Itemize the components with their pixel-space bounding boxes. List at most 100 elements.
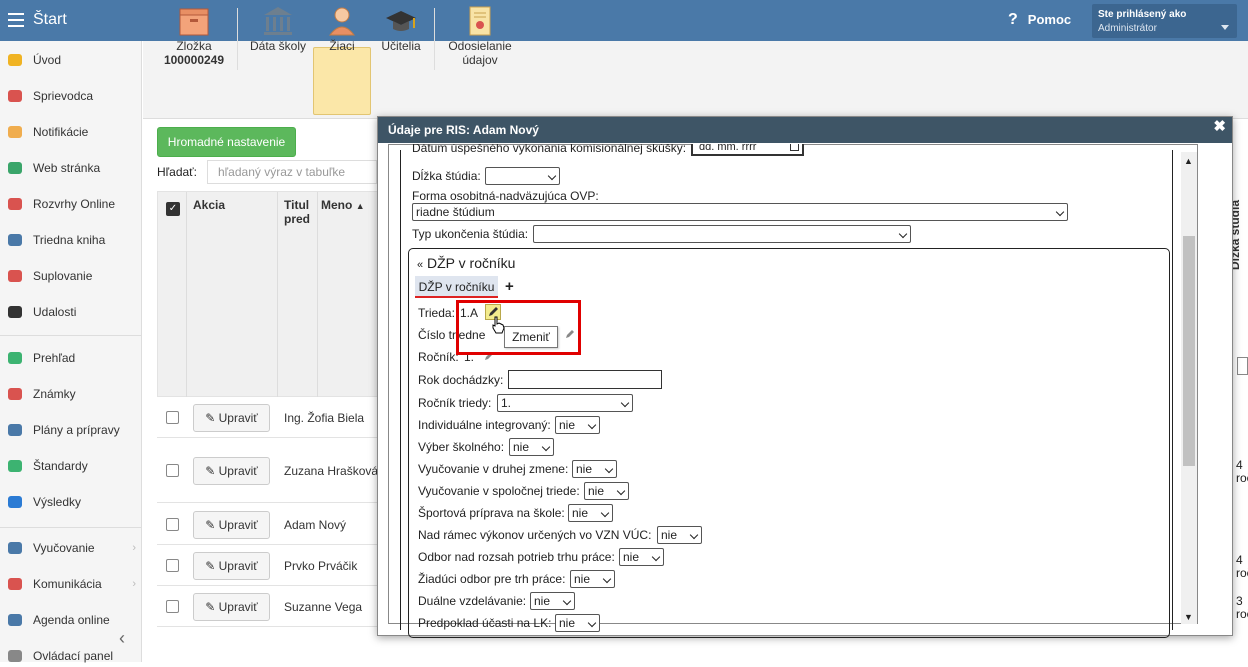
typ-select[interactable] xyxy=(533,225,911,243)
yes-no-select[interactable]: nie xyxy=(657,526,702,544)
table-header: ✓ Akcia Titul pred Meno ▲ xyxy=(157,191,379,398)
search-input[interactable]: hľadaný výraz v tabuľke xyxy=(207,160,377,184)
add-tab-icon[interactable]: + xyxy=(505,278,514,295)
scroll-up-icon[interactable]: ▲ xyxy=(1184,156,1193,166)
forma-label: Forma osobitná-nadväzujúca OVP: xyxy=(412,189,599,203)
sidebar-item-5[interactable]: Triedna kniha xyxy=(6,230,142,250)
dzp-section-title[interactable]: « DŽP v ročníku xyxy=(417,255,515,271)
sidebar-item-label: Úvod xyxy=(33,53,62,67)
sidebar-item-13[interactable]: Vyučovanie › xyxy=(6,538,142,558)
row-checkbox[interactable] xyxy=(166,463,179,477)
sidebar-item-label: Ovládací panel xyxy=(33,649,114,663)
date-field-label: Dátum úspešného vykonania komisionálnej … xyxy=(412,144,687,155)
yes-no-select[interactable]: nie xyxy=(572,460,617,478)
sidebar-item-0[interactable]: Úvod xyxy=(6,50,142,70)
edit-button[interactable]: ✎ Upraviť xyxy=(193,403,270,432)
row-checkbox[interactable] xyxy=(166,517,179,531)
building-icon xyxy=(262,5,294,37)
dlzka-select[interactable] xyxy=(485,167,560,185)
yes-no-select[interactable]: nie xyxy=(619,548,664,566)
home-icon xyxy=(6,160,24,176)
rok-input[interactable] xyxy=(508,370,662,389)
yes-no-select[interactable]: nie xyxy=(570,570,615,588)
tab-dzp[interactable]: DŽP v ročníku xyxy=(415,276,498,298)
calendar-icon xyxy=(6,196,24,212)
col-titul[interactable]: Titul pred xyxy=(284,198,310,226)
col-akcia[interactable]: Akcia xyxy=(193,198,225,212)
yes-no-select[interactable]: nie xyxy=(509,438,554,456)
sidebar-item-8[interactable]: Prehľad xyxy=(6,348,142,368)
yes-no-select[interactable]: nie xyxy=(555,614,600,632)
table-row: ✎ Upraviť Suzanne Vega xyxy=(157,586,379,627)
sidebar-item-10[interactable]: Plány a prípravy xyxy=(6,420,142,440)
chevron-right-icon: › xyxy=(132,578,136,590)
user-line1: Ste prihlásený ako xyxy=(1098,9,1187,20)
field-label: Vyučovanie v druhej zmene: xyxy=(418,462,569,476)
help-link[interactable]: ? Pomoc xyxy=(1008,11,1071,29)
wand-icon xyxy=(6,88,24,104)
yes-no-select[interactable]: nie xyxy=(584,482,629,500)
yes-no-select[interactable]: nie xyxy=(568,504,613,522)
app-title[interactable]: Štart xyxy=(33,11,67,29)
sidebar-divider xyxy=(0,527,141,528)
sidebar-item-3[interactable]: Web stránka xyxy=(6,158,142,178)
sidebar-item-9[interactable]: Známky xyxy=(6,384,142,404)
toolbar-ziaci[interactable]: Žiaci xyxy=(313,5,371,53)
collapse-icon: « xyxy=(417,259,424,271)
briefcase-icon xyxy=(6,422,24,438)
sidebar-item-12[interactable]: Výsledky xyxy=(6,492,142,512)
sidebar-item-6[interactable]: Suplovanie xyxy=(6,266,142,286)
field-label: Vyučovanie v spoločnej triede: xyxy=(418,484,580,498)
events-icon xyxy=(6,304,24,320)
sidebar-item-2[interactable]: Notifikácie xyxy=(6,122,142,142)
col-meno[interactable]: Meno ▲ xyxy=(321,198,365,212)
toolbar-zlozka[interactable]: Zložka 100000249 xyxy=(162,5,226,67)
row-checkbox[interactable] xyxy=(166,410,179,424)
edit-button[interactable]: ✎ Upraviť xyxy=(193,551,270,580)
sidebar-item-15[interactable]: Agenda online xyxy=(6,610,142,630)
close-icon[interactable]: ✖ xyxy=(1213,117,1226,135)
sidebar-item-label: Výsledky xyxy=(33,495,82,509)
row-checkbox[interactable] xyxy=(166,558,179,572)
user-icon xyxy=(6,268,24,284)
hamburger-menu-icon[interactable] xyxy=(6,10,26,30)
sidebar-item-1[interactable]: Sprievodca xyxy=(6,86,142,106)
bulk-settings-button[interactable]: Hromadné nastavenie xyxy=(157,127,296,157)
filter-input[interactable] xyxy=(1237,357,1248,375)
sidebar-item-11[interactable]: Štandardy xyxy=(6,456,142,476)
date-input[interactable]: dd. mm. rrrr xyxy=(691,144,804,156)
dlzka-studia-value: 4 xyxy=(1236,458,1243,472)
sidebar-item-label: Plány a prípravy xyxy=(33,423,120,437)
pen-icon xyxy=(6,612,24,628)
toolbar-ziaci-active xyxy=(313,47,371,115)
envelope-icon xyxy=(6,124,24,140)
edit-button[interactable]: ✎ Upraviť xyxy=(193,592,270,621)
collapse-sidebar-icon[interactable]: ‹ xyxy=(119,628,125,649)
rocnik-label: Ročník: xyxy=(418,350,459,364)
sidebar-item-4[interactable]: Rozvrhy Online xyxy=(6,194,142,214)
student-name: Adam Nový xyxy=(284,517,347,532)
sidebar-item-16[interactable]: Ovládací panel xyxy=(6,646,142,666)
edit-button[interactable]: ✎ Upraviť xyxy=(193,456,270,485)
toolbar-ucitelia[interactable]: Učitelia xyxy=(376,5,426,53)
sidebar-item-7[interactable]: Udalosti xyxy=(6,302,142,322)
toolbar-odosielanie[interactable]: Odosielanie údajov xyxy=(444,5,516,67)
row-checkbox[interactable] xyxy=(166,599,179,613)
sidebar-item-label: Prehľad xyxy=(33,351,76,365)
sidebar-item-14[interactable]: Komunikácia › xyxy=(6,574,142,594)
dlzka-studia-value: roč xyxy=(1236,471,1248,485)
user-menu[interactable]: Ste prihlásený ako Administrátor xyxy=(1092,4,1237,38)
yes-no-select[interactable]: nie xyxy=(530,592,575,610)
chat-icon xyxy=(6,576,24,592)
select-all-checkbox[interactable]: ✓ xyxy=(166,202,180,216)
dialog-scroll-thumb[interactable] xyxy=(1183,236,1195,466)
sidebar-item-label: Sprievodca xyxy=(33,89,94,103)
edit-icon: ✎ xyxy=(205,410,216,425)
scroll-down-icon[interactable]: ▼ xyxy=(1184,612,1193,622)
rocnik-triedy-select[interactable]: 1. xyxy=(497,394,633,412)
forma-select[interactable]: riadne štúdium xyxy=(412,203,1068,221)
yes-no-select[interactable]: nie xyxy=(555,416,600,434)
rok-label: Rok dochádzky: xyxy=(418,373,504,387)
toolbar-data-skoly[interactable]: Dáta školy xyxy=(247,5,309,53)
edit-button[interactable]: ✎ Upraviť xyxy=(193,510,270,539)
